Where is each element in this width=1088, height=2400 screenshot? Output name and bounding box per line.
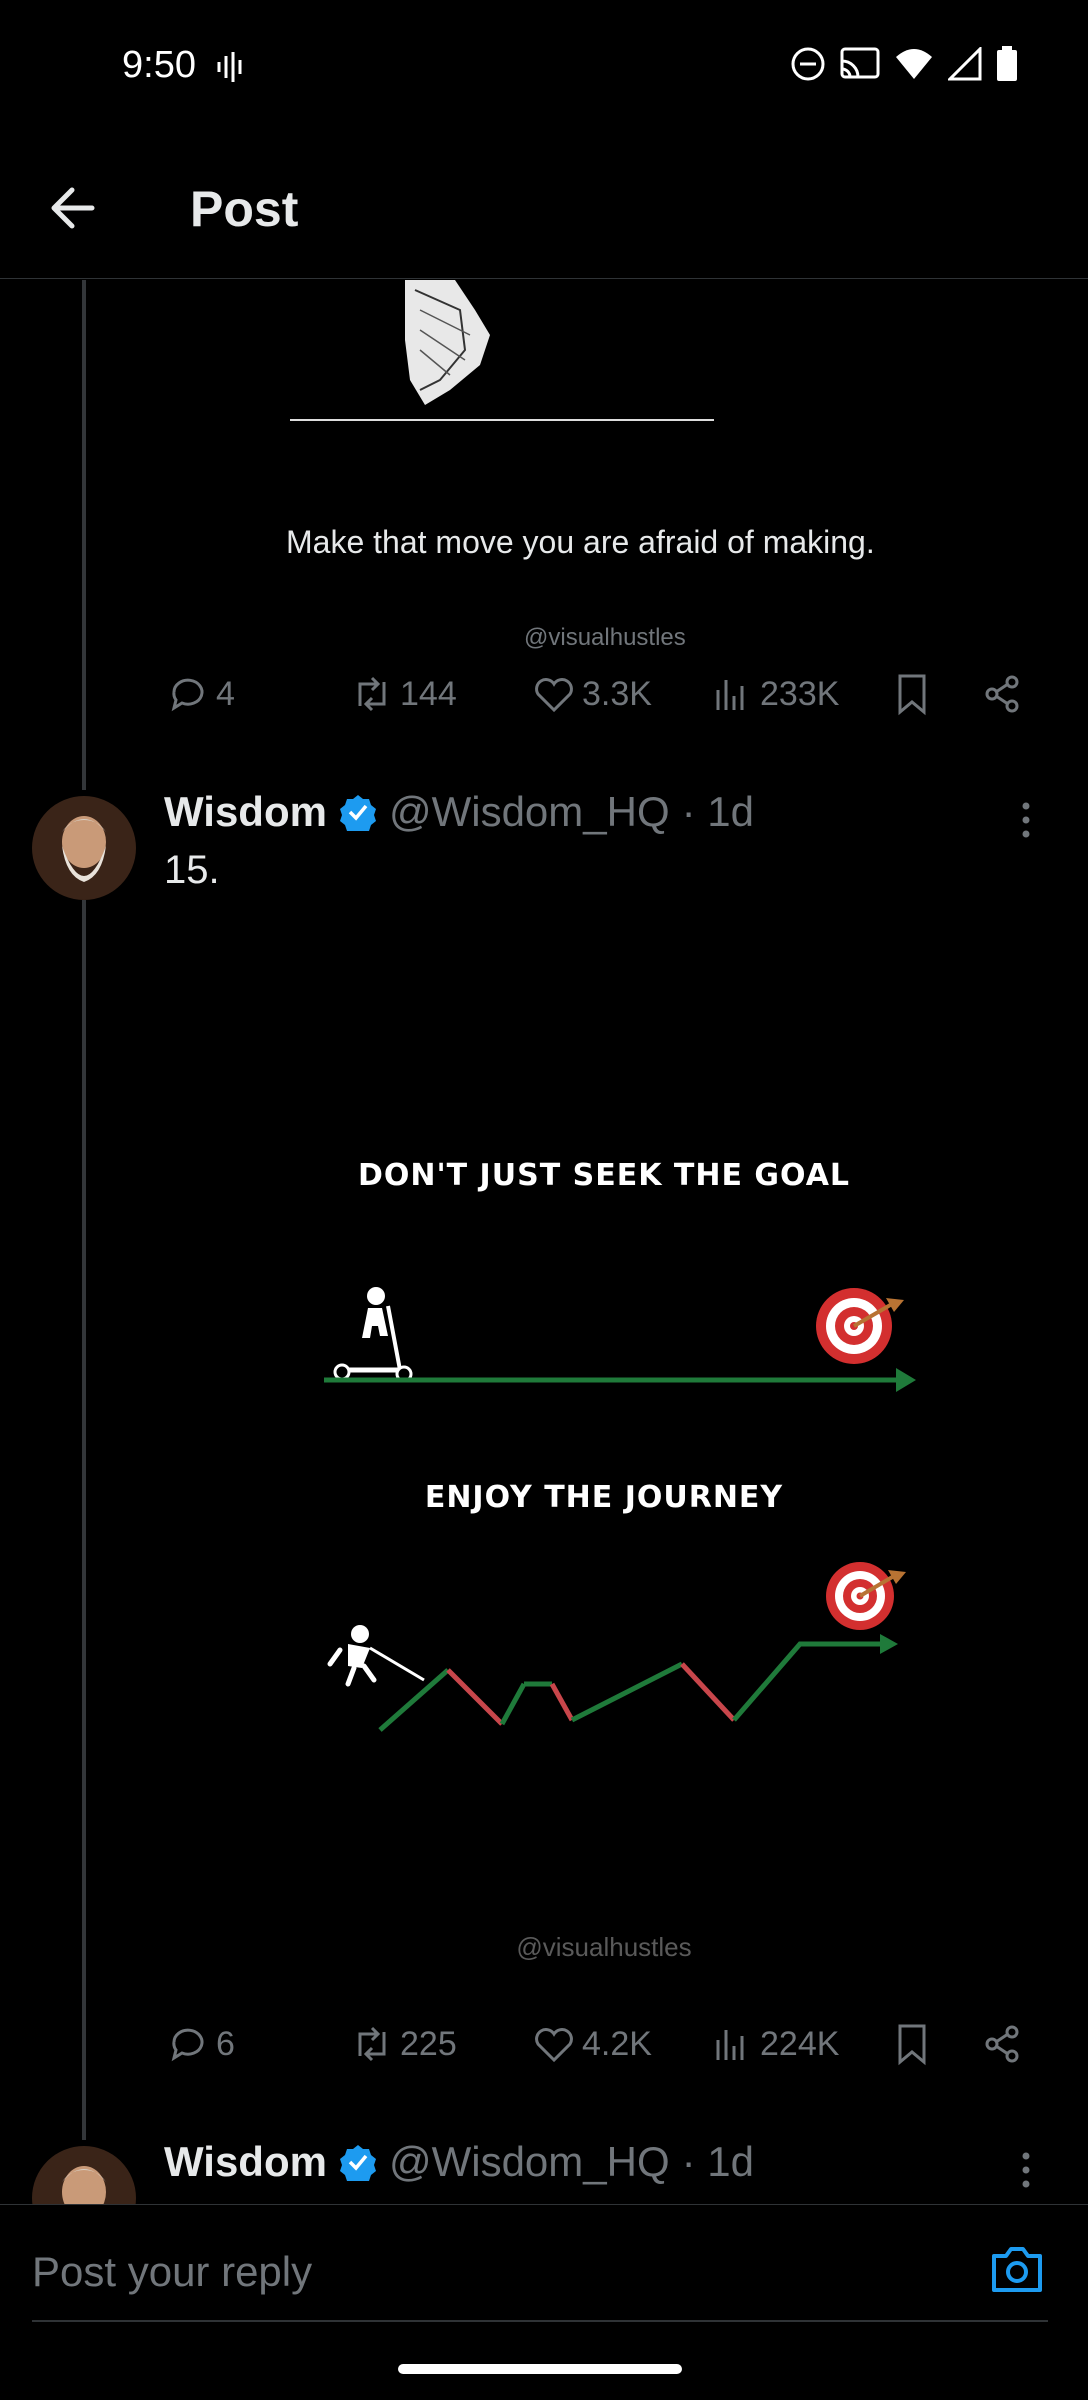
signal-icon bbox=[948, 47, 982, 81]
image-text-top: DON'T JUST SEEK THE GOAL bbox=[357, 1158, 851, 1193]
cast-icon bbox=[840, 47, 880, 79]
views-button[interactable]: 233K bbox=[710, 672, 839, 716]
post-media-chess-piece[interactable] bbox=[270, 280, 730, 430]
more-options-icon[interactable] bbox=[1016, 2150, 1036, 2190]
like-count: 4.2K bbox=[582, 2024, 652, 2063]
reply-button[interactable]: 6 bbox=[166, 2022, 235, 2066]
reply-input[interactable]: Post your reply bbox=[32, 2248, 312, 2296]
like-count: 3.3K bbox=[582, 674, 652, 713]
app-header bbox=[0, 130, 1088, 279]
status-time: 9:50 bbox=[122, 44, 196, 86]
post-media-watermark: @visualhustles bbox=[524, 624, 686, 651]
back-arrow-icon[interactable] bbox=[44, 178, 104, 238]
reply-button[interactable]: 4 bbox=[166, 672, 235, 716]
post-time: · 1d bbox=[681, 2138, 755, 2185]
camera-icon[interactable] bbox=[990, 2244, 1044, 2294]
reply-underline bbox=[32, 2320, 1048, 2322]
like-button[interactable]: 3.3K bbox=[532, 672, 652, 716]
thread-line bbox=[82, 900, 86, 2140]
author-handle[interactable]: @Wisdom_HQ bbox=[389, 2138, 670, 2186]
bookmark-icon[interactable] bbox=[890, 2022, 934, 2066]
post-media-image[interactable]: DON'T JUST SEEK THE GOAL ENJOY THE JOURN… bbox=[164, 900, 1044, 2000]
verified-badge-icon bbox=[339, 2145, 376, 2181]
dnd-icon bbox=[791, 47, 825, 81]
views-button[interactable]: 224K bbox=[710, 2022, 839, 2066]
share-icon[interactable] bbox=[980, 672, 1024, 716]
verified-badge-icon bbox=[339, 795, 376, 831]
reply-count: 4 bbox=[216, 674, 235, 713]
repost-button[interactable]: 144 bbox=[350, 672, 457, 716]
author-name[interactable]: Wisdom bbox=[164, 788, 327, 836]
author-name[interactable]: Wisdom bbox=[164, 2138, 327, 2186]
repost-icon bbox=[358, 676, 386, 712]
author-handle[interactable]: @Wisdom_HQ bbox=[389, 788, 670, 836]
like-button[interactable]: 4.2K bbox=[532, 2022, 652, 2066]
post-time: · 1d bbox=[681, 788, 755, 835]
views-icon bbox=[716, 680, 744, 710]
heart-icon bbox=[535, 678, 573, 713]
reply-count: 6 bbox=[216, 2024, 235, 2063]
goal-illustration bbox=[324, 1287, 916, 1392]
post-header: Wisdom @Wisdom_HQ · 1d bbox=[164, 788, 754, 836]
thread-line bbox=[82, 280, 86, 790]
journey-illustration bbox=[327, 1562, 906, 1732]
views-icon bbox=[716, 2030, 744, 2060]
vibrate-icon bbox=[216, 50, 244, 84]
repost-count: 225 bbox=[400, 2024, 457, 2063]
share-icon[interactable] bbox=[980, 2022, 1024, 2066]
wifi-icon bbox=[896, 49, 932, 79]
heart-icon bbox=[535, 2028, 573, 2063]
page-title: Post bbox=[190, 181, 299, 237]
repost-icon bbox=[358, 2026, 386, 2062]
reply-icon bbox=[171, 2028, 204, 2062]
repost-button[interactable]: 225 bbox=[350, 2022, 457, 2066]
battery-icon bbox=[997, 46, 1017, 81]
views-count: 224K bbox=[760, 2024, 840, 2063]
more-options-icon[interactable] bbox=[1016, 800, 1036, 840]
post-text: 15. bbox=[164, 848, 220, 892]
home-indicator[interactable] bbox=[398, 2364, 682, 2374]
image-watermark: @visualhustles bbox=[516, 1932, 692, 1962]
repost-count: 144 bbox=[400, 674, 457, 713]
post-header: Wisdom @Wisdom_HQ · 1d bbox=[164, 2138, 754, 2186]
bookmark-icon[interactable] bbox=[890, 672, 934, 716]
reply-icon bbox=[171, 678, 204, 712]
avatar[interactable] bbox=[32, 796, 136, 900]
status-icons bbox=[790, 46, 1018, 82]
image-text-bottom: ENJOY THE JOURNEY bbox=[424, 1480, 784, 1515]
views-count: 233K bbox=[760, 674, 840, 713]
post-media-caption: Make that move you are afraid of making. bbox=[286, 524, 875, 560]
